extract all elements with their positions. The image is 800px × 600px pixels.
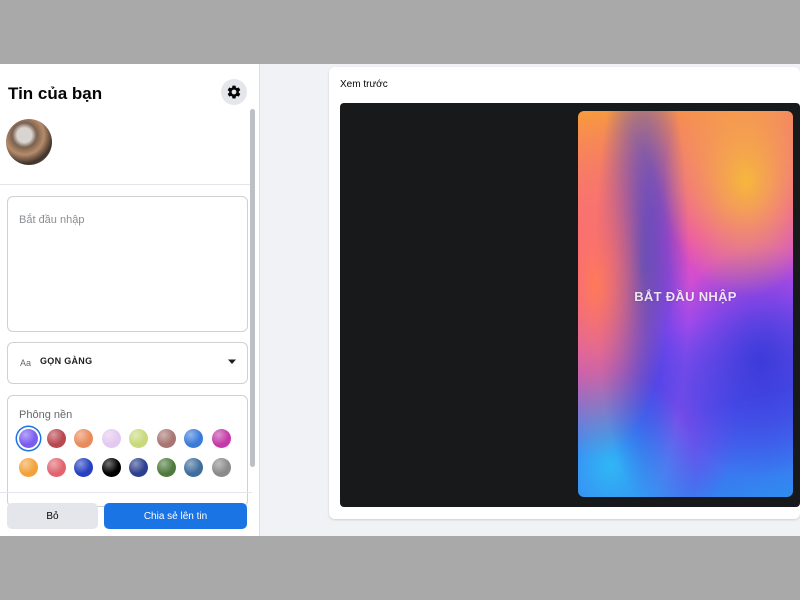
settings-button[interactable] <box>221 79 247 105</box>
panel-scrollbar[interactable] <box>250 109 255 467</box>
background-swatch[interactable] <box>156 429 176 448</box>
background-swatch[interactable] <box>184 458 203 477</box>
background-swatch[interactable] <box>129 429 148 448</box>
background-picker: Phông nền <box>7 395 248 507</box>
story-creator-screen: Tin của bạn Bắt đầu nhập Aa GỌN GÀNG Phô… <box>0 64 800 536</box>
background-picker-title: Phông nền <box>19 409 73 421</box>
background-swatch[interactable] <box>46 429 66 448</box>
panel-title: Tin của bạn <box>8 84 103 103</box>
preview-label: Xem trước <box>340 79 388 90</box>
story-text-input[interactable]: Bắt đầu nhập <box>7 196 248 332</box>
story-card-text: BẮT ĐẦU NHẬP <box>634 289 737 304</box>
background-swatch[interactable] <box>74 458 93 477</box>
font-style-value: GỌN GÀNG <box>40 356 93 366</box>
story-preview-panel: Xem trước BẮT ĐẦU NHẬP <box>329 67 800 519</box>
discard-button[interactable]: Bỏ <box>7 503 98 529</box>
story-card-preview: BẮT ĐẦU NHẬP <box>578 111 793 497</box>
background-swatch[interactable] <box>211 458 231 477</box>
caret-down-icon <box>228 359 236 364</box>
profile-avatar[interactable] <box>6 119 52 165</box>
divider <box>0 184 252 185</box>
background-swatch[interactable] <box>184 429 203 448</box>
preview-stage: BẮT ĐẦU NHẬP <box>340 103 800 507</box>
font-style-select[interactable]: Aa GỌN GÀNG <box>7 342 248 384</box>
font-prefix-label: Aa <box>20 358 32 368</box>
background-swatch[interactable] <box>74 429 93 448</box>
background-swatch[interactable] <box>211 429 231 448</box>
background-swatch[interactable] <box>129 458 148 477</box>
story-sidebar: Tin của bạn Bắt đầu nhập Aa GỌN GÀNG Phô… <box>0 64 260 536</box>
share-to-story-button[interactable]: Chia sẻ lên tin <box>104 503 247 529</box>
gear-icon <box>227 85 241 99</box>
background-swatch[interactable] <box>19 429 38 448</box>
divider <box>0 492 252 493</box>
background-swatch[interactable] <box>156 458 176 477</box>
background-swatch[interactable] <box>101 429 121 448</box>
text-input-placeholder: Bắt đầu nhập <box>19 214 85 226</box>
background-swatch[interactable] <box>46 458 66 477</box>
background-swatch[interactable] <box>101 458 121 477</box>
background-swatch[interactable] <box>19 458 38 477</box>
